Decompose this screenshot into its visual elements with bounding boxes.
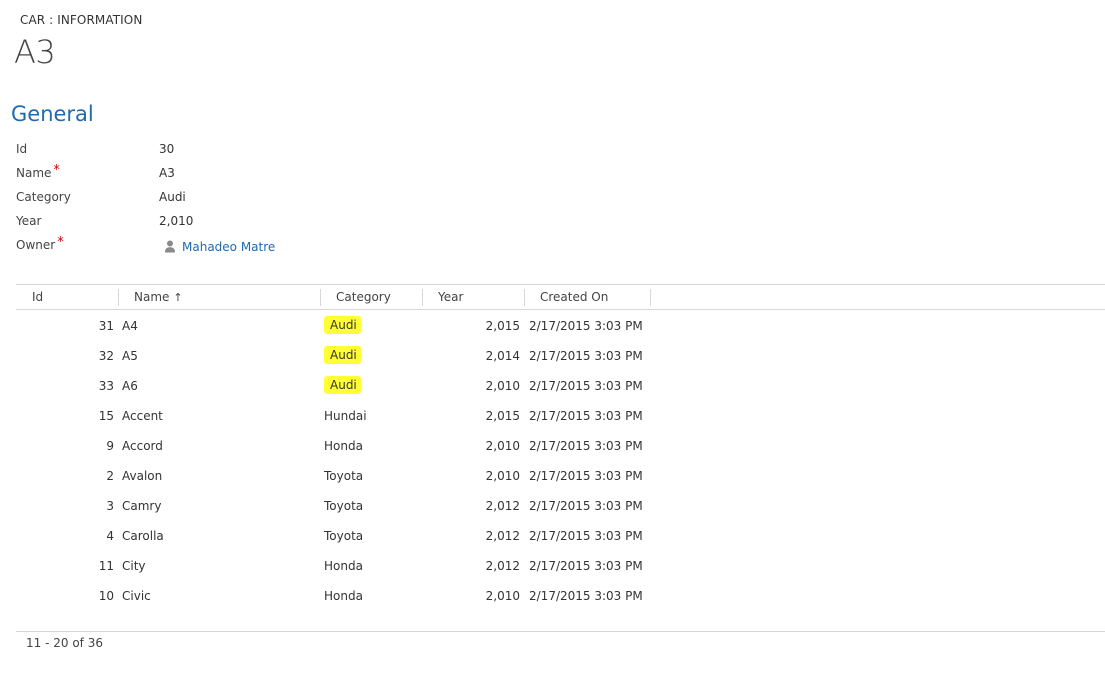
cell-name: Camry: [122, 499, 162, 513]
table-row[interactable]: 33 A6 Audi 2,010 2/17/2015 3:03 PM: [16, 371, 716, 401]
cell-id: 11: [98, 559, 114, 573]
arrow-up-icon: ↑: [173, 291, 183, 304]
table-row[interactable]: 2 Avalon Toyota 2,010 2/17/2015 3:03 PM: [16, 461, 716, 491]
required-asterisk: *: [53, 163, 60, 178]
table-row[interactable]: 11 City Honda 2,012 2/17/2015 3:03 PM: [16, 551, 716, 581]
cell-id: 2: [106, 469, 114, 483]
cell-id: 3: [106, 499, 114, 513]
column-divider[interactable]: [118, 289, 119, 306]
pager-status: 11 - 20 of 36: [26, 636, 103, 650]
cell-year: 2,012: [485, 499, 520, 513]
section-title-general: General: [11, 102, 94, 126]
cell-id: 10: [98, 589, 114, 603]
cell-category: Honda: [324, 559, 363, 573]
form-row-name: Name * A3: [16, 163, 416, 184]
cell-created-on: 2/17/2015 3:03 PM: [529, 349, 643, 363]
cell-year: 2,012: [485, 529, 520, 543]
cell-year: 2,015: [485, 409, 520, 423]
cell-id: 9: [106, 439, 114, 453]
cell-year: 2,015: [485, 319, 520, 333]
column-divider[interactable]: [320, 289, 321, 306]
cell-created-on: 2/17/2015 3:03 PM: [529, 379, 643, 393]
cell-id: 32: [98, 349, 114, 363]
cell-name: Avalon: [122, 469, 163, 483]
name-value[interactable]: A3: [159, 166, 175, 180]
cell-created-on: 2/17/2015 3:03 PM: [529, 469, 643, 483]
cell-name: A4: [122, 319, 138, 333]
category-label: Category: [16, 190, 71, 204]
table-row[interactable]: 31 A4 Audi 2,015 2/17/2015 3:03 PM: [16, 311, 716, 341]
cell-year: 2,010: [485, 379, 520, 393]
cell-name: Accord: [122, 439, 163, 453]
table-row[interactable]: 15 Accent Hundai 2,015 2/17/2015 3:03 PM: [16, 401, 716, 431]
cell-created-on: 2/17/2015 3:03 PM: [529, 559, 643, 573]
cell-category: Hundai: [324, 409, 367, 423]
cell-id: 4: [106, 529, 114, 543]
column-divider[interactable]: [650, 289, 651, 306]
cell-created-on: 2/17/2015 3:03 PM: [529, 499, 643, 513]
table-row[interactable]: 9 Accord Honda 2,010 2/17/2015 3:03 PM: [16, 431, 716, 461]
column-header-created-on[interactable]: Created On: [540, 285, 608, 310]
column-header-id[interactable]: Id: [32, 285, 43, 310]
owner-label: Owner *: [16, 235, 64, 252]
form-row-year: Year 2,010: [16, 214, 416, 232]
cell-created-on: 2/17/2015 3:03 PM: [529, 319, 643, 333]
id-label: Id: [16, 142, 28, 156]
cell-created-on: 2/17/2015 3:03 PM: [529, 589, 643, 603]
cell-name: Carolla: [122, 529, 164, 543]
name-label: Name *: [16, 163, 60, 180]
cell-created-on: 2/17/2015 3:03 PM: [529, 529, 643, 543]
cell-category: Audi: [324, 316, 361, 334]
table-row[interactable]: 4 Carolla Toyota 2,012 2/17/2015 3:03 PM: [16, 521, 716, 551]
cell-year: 2,010: [485, 439, 520, 453]
grid-footer-divider: [16, 631, 1105, 632]
cell-category: Toyota: [324, 529, 364, 543]
cell-category: Toyota: [324, 499, 364, 513]
cell-category: Honda: [324, 439, 363, 453]
cell-name: Accent: [122, 409, 163, 423]
table-row[interactable]: 3 Camry Toyota 2,012 2/17/2015 3:03 PM: [16, 491, 716, 521]
column-header-category[interactable]: Category: [336, 285, 391, 310]
year-value[interactable]: 2,010: [159, 214, 193, 228]
owner-value: Mahadeo Matre: [164, 238, 275, 254]
column-header-year[interactable]: Year: [438, 285, 463, 310]
table-row[interactable]: 10 Civic Honda 2,010 2/17/2015 3:03 PM: [16, 581, 716, 611]
cell-year: 2,012: [485, 559, 520, 573]
id-value[interactable]: 30: [159, 142, 174, 156]
required-asterisk: *: [57, 235, 64, 250]
form-row-category: Category Audi: [16, 190, 416, 208]
cell-year: 2,010: [485, 469, 520, 483]
category-value[interactable]: Audi: [159, 190, 186, 204]
cell-name: A5: [122, 349, 138, 363]
cell-category: Honda: [324, 589, 363, 603]
cell-created-on: 2/17/2015 3:03 PM: [529, 439, 643, 453]
form-row-id: Id 30: [16, 142, 416, 160]
table-row[interactable]: 32 A5 Audi 2,014 2/17/2015 3:03 PM: [16, 341, 716, 371]
owner-link[interactable]: Mahadeo Matre: [182, 240, 275, 254]
cell-year: 2,014: [485, 349, 520, 363]
cell-id: 15: [98, 409, 114, 423]
entity-label: CAR : INFORMATION: [20, 13, 143, 27]
cell-id: 33: [98, 379, 114, 393]
cell-name: Civic: [122, 589, 151, 603]
cell-category: Audi: [324, 376, 361, 394]
cell-id: 31: [98, 319, 114, 333]
cell-created-on: 2/17/2015 3:03 PM: [529, 409, 643, 423]
cell-name: City: [122, 559, 146, 573]
column-divider[interactable]: [422, 289, 423, 306]
record-title: A3: [14, 33, 56, 71]
cell-year: 2,010: [485, 589, 520, 603]
person-icon: [164, 240, 176, 253]
form-row-owner: Owner * Mahadeo Matre: [16, 235, 416, 256]
cell-name: A6: [122, 379, 138, 393]
grid-header: Id Name ↑ Category Year Created On: [16, 284, 1105, 310]
year-label: Year: [16, 214, 42, 228]
cell-category: Audi: [324, 346, 361, 364]
column-header-name[interactable]: Name ↑: [134, 285, 183, 310]
cell-category: Toyota: [324, 469, 364, 483]
column-divider[interactable]: [524, 289, 525, 306]
